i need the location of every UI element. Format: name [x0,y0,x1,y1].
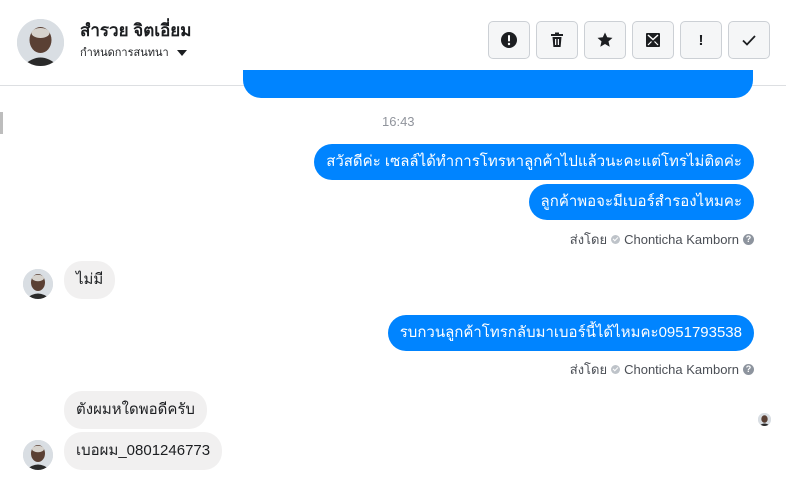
message-bubble-incoming[interactable]: ตังผมหใดพอดีครับ [64,391,207,429]
help-icon[interactable]: ? [743,364,754,375]
sent-by-prefix: ส่งโดย [569,362,608,377]
alert-circle-icon [501,32,517,48]
message-bubble-incoming[interactable]: ไม่มี [64,261,116,299]
mark-unread-icon [646,33,660,47]
verified-icon [611,235,621,244]
sent-by-info: ส่งโดย Chonticha Kamborn ? [570,229,754,250]
verified-icon [611,365,621,374]
contact-name: สำรวย จิตเอี่ยม [80,21,192,40]
contact-avatar-small[interactable] [23,440,53,470]
message-bubble-incoming[interactable]: เบอผม_0801246773 [64,432,223,470]
checkmark-icon [742,35,756,46]
mark-spam-button[interactable] [488,21,530,59]
delete-button[interactable] [536,21,578,59]
message-bubble-partial [243,70,753,98]
contact-avatar-small[interactable] [23,269,53,299]
sent-by-prefix: ส่งโดย [569,232,608,247]
trash-icon [551,32,563,47]
mark-done-button[interactable] [728,21,770,59]
message-bubble-outgoing[interactable]: สวัสดีค่ะ เซลล์ได้ทำการโทรหาลูกค้าไปแล้ว… [314,144,754,180]
follow-up-icon: ! [698,31,704,49]
sent-by-agent[interactable]: Chonticha Kamborn [624,232,739,247]
scrollbar[interactable] [0,112,3,134]
star-button[interactable] [584,21,626,59]
star-icon [597,32,613,47]
sent-by-agent[interactable]: Chonticha Kamborn [624,362,739,377]
mark-unread-button[interactable] [632,21,674,59]
read-receipt-avatar [758,413,771,426]
message-bubble-outgoing[interactable]: รบกวนลูกค้าโทรกลับมาเบอร์นี้ได้ไหมคะ0951… [387,315,754,351]
help-icon[interactable]: ? [743,234,754,245]
message-timestamp: 16:43 [382,114,415,129]
follow-up-button[interactable]: ! [680,21,722,59]
sent-by-info: ส่งโดย Chonticha Kamborn ? [570,359,754,380]
assign-conversation-dropdown[interactable]: กำหนดการสนทนา [80,43,187,61]
assign-conversation-label: กำหนดการสนทนา [80,47,169,59]
chevron-down-icon [176,49,187,56]
message-bubble-outgoing[interactable]: ลูกค้าพอจะมีเบอร์สำรองไหมคะ [528,184,754,220]
contact-avatar[interactable] [17,19,64,66]
